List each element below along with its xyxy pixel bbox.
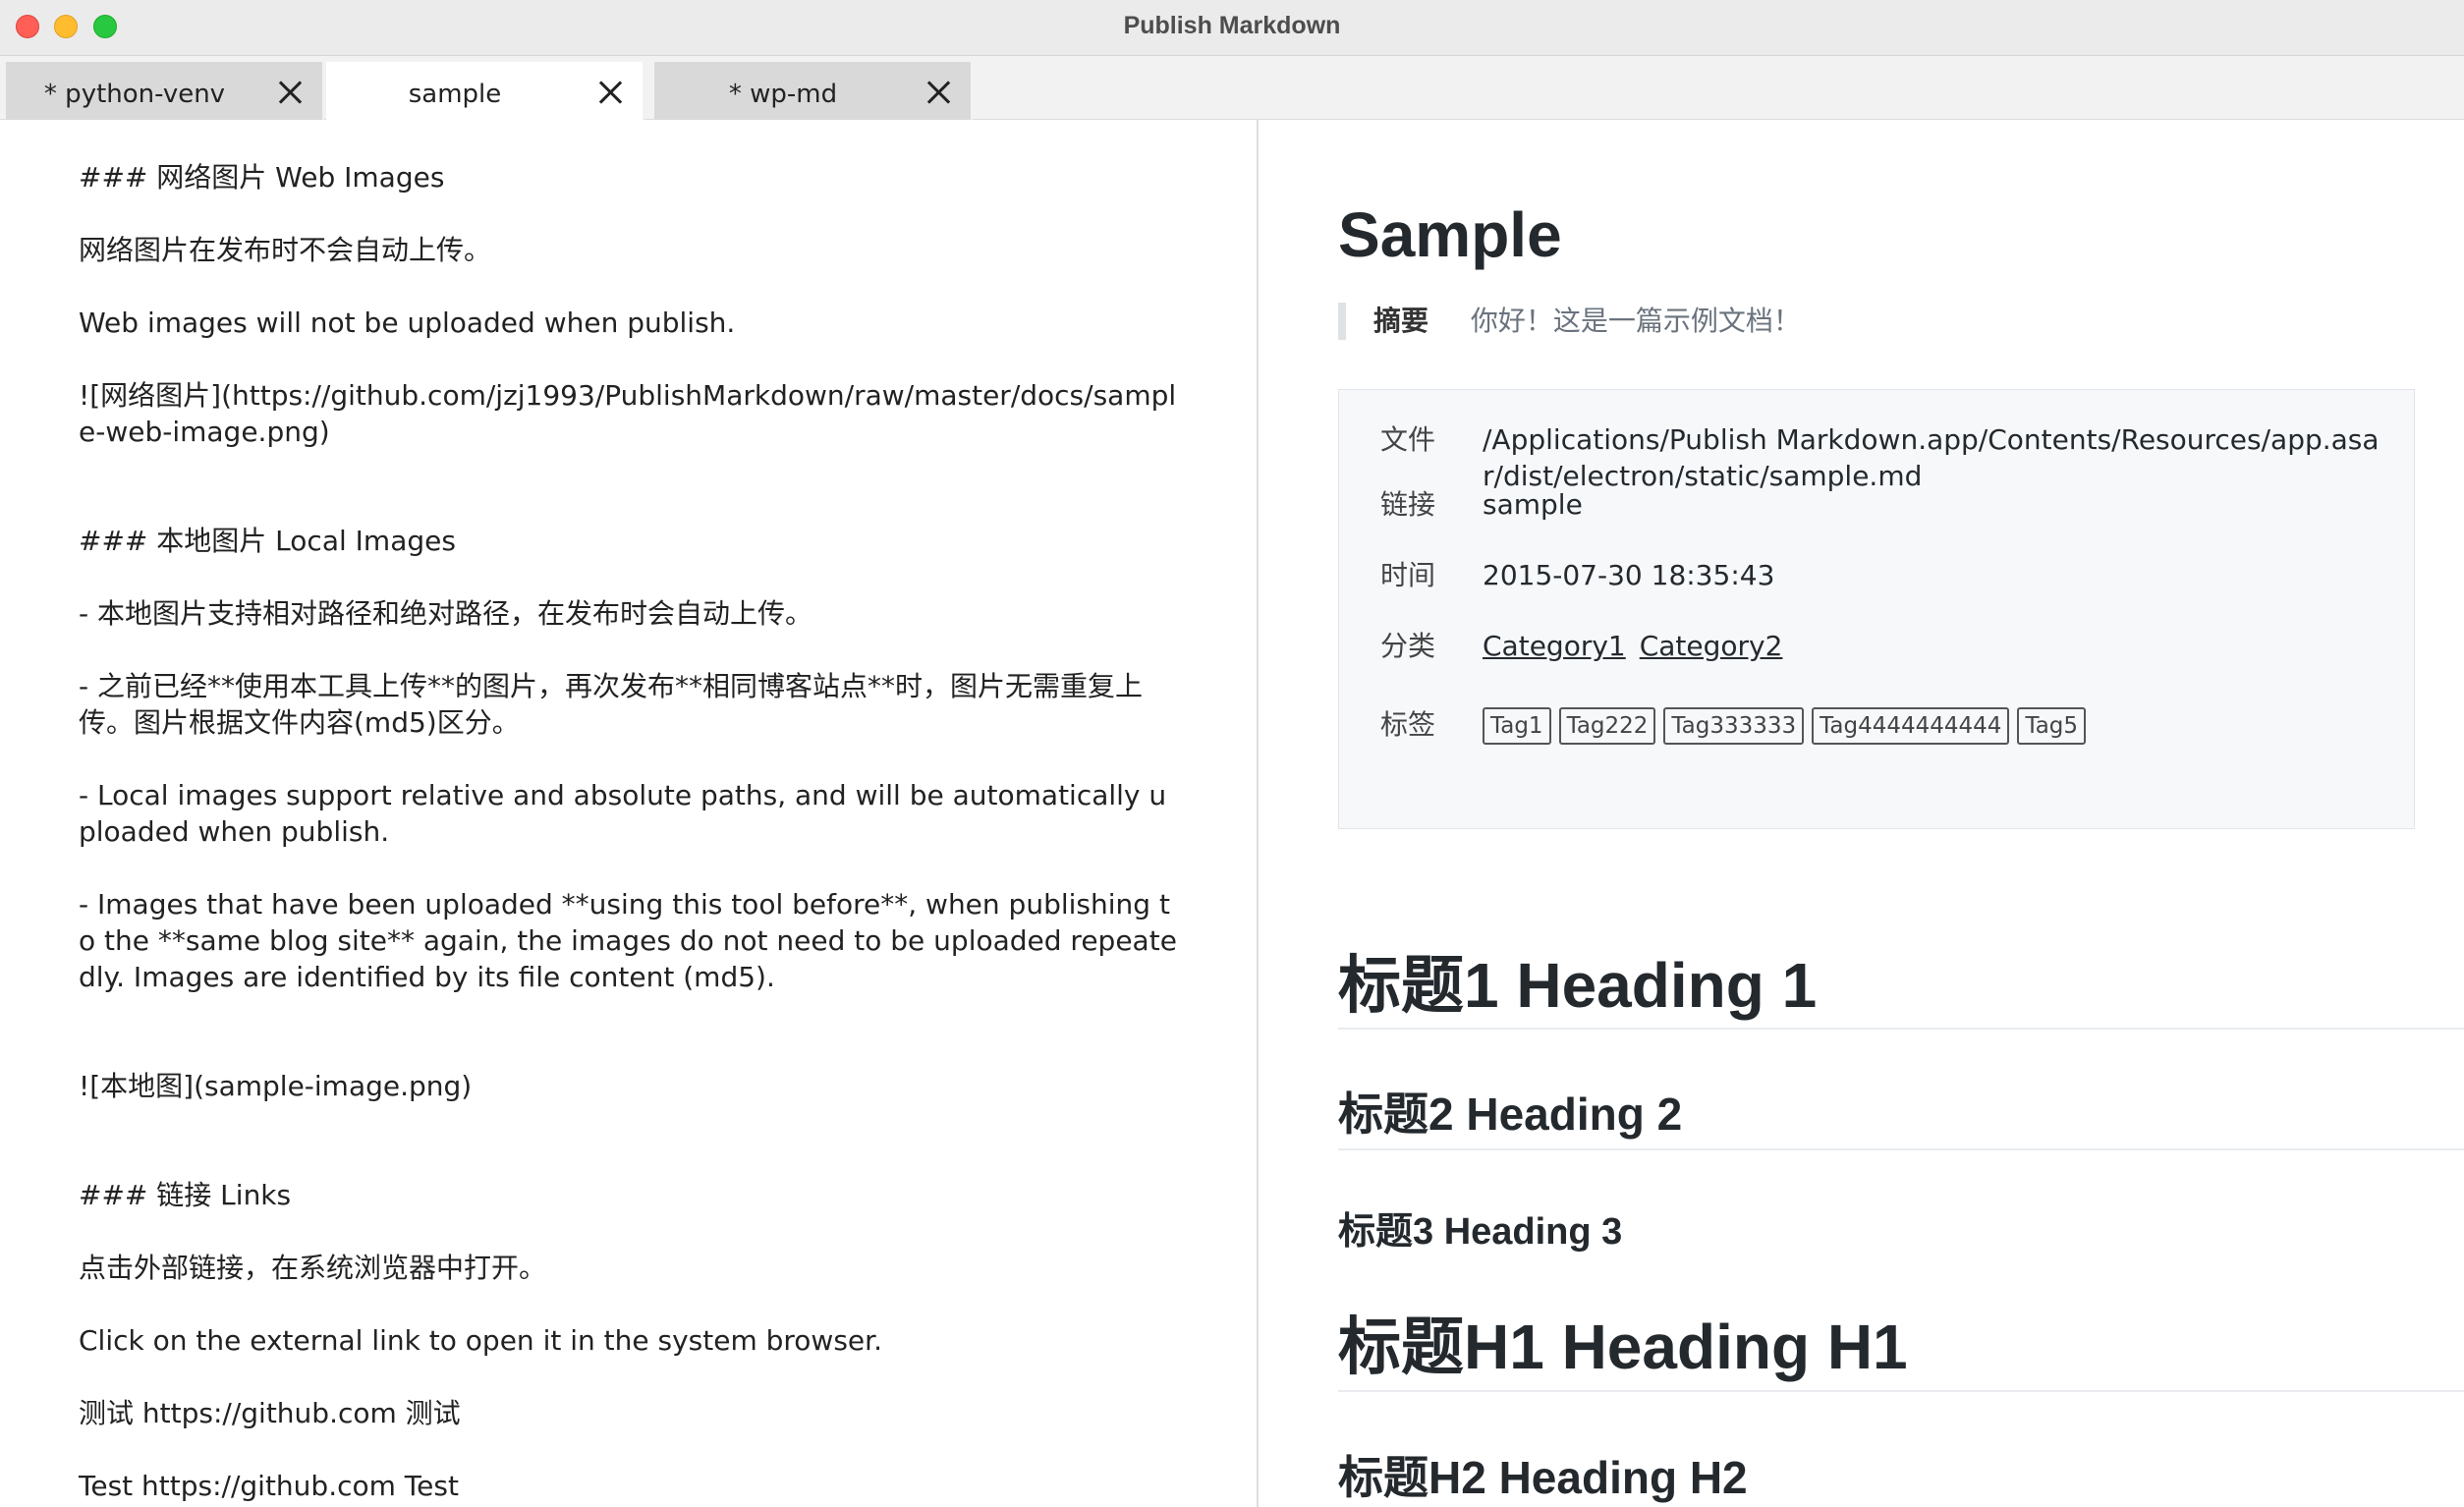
document-title: Sample: [1338, 199, 1562, 270]
heading-2: 标题2 Heading 2: [1338, 1088, 1683, 1140]
editor-line[interactable]: [79, 450, 1179, 486]
time-label: 时间: [1380, 559, 1436, 591]
summary-text: 你好！这是一篇示例文档！: [1470, 305, 1801, 337]
editor-line[interactable]: - Local images support relative and abso…: [79, 777, 1179, 850]
heading-h1: 标题H1 Heading H1: [1338, 1312, 1908, 1382]
editor-line[interactable]: - Images that have been uploaded **using…: [79, 886, 1179, 995]
editor-line[interactable]: [79, 632, 1179, 668]
editor-line[interactable]: ### 网络图片 Web Images: [79, 159, 1179, 195]
link-label: 链接: [1380, 488, 1436, 521]
tag-list: Tag1 Tag222 Tag333333 Tag4444444444 Tag5: [1483, 706, 2396, 745]
editor-line[interactable]: [79, 268, 1179, 305]
category-link[interactable]: Category1: [1483, 630, 1626, 662]
editor-line[interactable]: ### 本地图片 Local Images: [79, 523, 1179, 559]
summary-label: 摘要: [1373, 305, 1429, 337]
title-bar: Publish Markdown: [0, 0, 2464, 56]
tag-badge: Tag5: [2017, 707, 2087, 745]
editor-line[interactable]: [79, 741, 1179, 777]
heading-divider: [1338, 1390, 2464, 1392]
editor-line[interactable]: Test https://github.com Test: [79, 1468, 1179, 1504]
editor-line[interactable]: Click on the external link to open it in…: [79, 1322, 1179, 1359]
close-icon[interactable]: [922, 75, 955, 108]
tab-sample[interactable]: sample: [326, 62, 644, 120]
editor-line[interactable]: [79, 1286, 1179, 1322]
close-icon[interactable]: [593, 75, 627, 108]
editor-line[interactable]: 点击外部链接，在系统浏览器中打开。: [79, 1250, 1179, 1286]
tab-bar: * python-venv sample * wp-md: [0, 56, 2464, 120]
editor-line[interactable]: [79, 1104, 1179, 1141]
editor-line[interactable]: [79, 1213, 1179, 1250]
category-label: 分类: [1380, 630, 1436, 662]
editor-line[interactable]: [79, 850, 1179, 886]
tags-label: 标签: [1380, 708, 1436, 741]
editor-line[interactable]: Web images will not be uploaded when pub…: [79, 305, 1179, 341]
tag-badge: Tag333333: [1663, 707, 1805, 745]
category-list: Category1 Category2: [1483, 628, 2396, 664]
tab-label: sample: [408, 80, 502, 109]
markdown-editor[interactable]: ### 网络图片 Web Images 网络图片在发布时不会自动上传。 Web …: [0, 120, 1259, 1507]
editor-line[interactable]: [79, 1359, 1179, 1395]
markdown-preview: Sample 摘要 你好！这是一篇示例文档！ 文件 /Applications/…: [1260, 120, 2464, 1507]
editor-line[interactable]: [79, 1032, 1179, 1068]
time-value: 2015-07-30 18:35:43: [1483, 559, 1775, 591]
file-label: 文件: [1380, 423, 1436, 456]
close-icon[interactable]: [273, 75, 307, 108]
heading-1: 标题1 Heading 1: [1338, 950, 1818, 1021]
tab-label: * wp-md: [728, 80, 838, 109]
file-path: /Applications/Publish Markdown.app/Conte…: [1483, 423, 2380, 492]
editor-line[interactable]: [79, 1431, 1179, 1468]
window-title: Publish Markdown: [1123, 12, 1341, 39]
editor-line[interactable]: [79, 486, 1179, 523]
tab-label: * python-venv: [43, 80, 226, 109]
tag-badge: Tag1: [1483, 707, 1551, 745]
editor-line[interactable]: [79, 995, 1179, 1032]
heading-divider: [1338, 1028, 2464, 1030]
editor-line[interactable]: ### 链接 Links: [79, 1177, 1179, 1213]
editor-line[interactable]: [79, 559, 1179, 595]
editor-line[interactable]: [79, 1141, 1179, 1177]
tag-badge: Tag222: [1558, 707, 1656, 745]
editor-line[interactable]: - 之前已经**使用本工具上传**的图片，再次发布**相同博客站点**时，图片无…: [79, 668, 1179, 741]
tab-wp-md[interactable]: * wp-md: [654, 62, 973, 120]
tag-badge: Tag4444444444: [1812, 707, 2010, 745]
heading-3: 标题3 Heading 3: [1338, 1211, 1623, 1253]
link-slug: sample: [1483, 488, 1583, 521]
editor-content[interactable]: ### 网络图片 Web Images 网络图片在发布时不会自动上传。 Web …: [79, 159, 1179, 1504]
editor-line[interactable]: 测试 https://github.com 测试: [79, 1395, 1179, 1431]
editor-line[interactable]: 网络图片在发布时不会自动上传。: [79, 232, 1179, 268]
editor-line[interactable]: ![本地图](sample-image.png): [79, 1068, 1179, 1104]
editor-line[interactable]: [79, 195, 1179, 232]
editor-line[interactable]: [79, 341, 1179, 377]
tab-python-venv[interactable]: * python-venv: [6, 62, 324, 120]
editor-line[interactable]: ![网络图片](https://github.com/jzj1993/Publi…: [79, 377, 1179, 450]
editor-line[interactable]: - 本地图片支持相对路径和绝对路径，在发布时会自动上传。: [79, 595, 1179, 632]
metadata-panel: 文件 /Applications/Publish Markdown.app/Co…: [1338, 389, 2415, 829]
heading-divider: [1338, 1148, 2464, 1150]
category-link[interactable]: Category2: [1640, 630, 1783, 662]
summary-blockquote: 摘要 你好！这是一篇示例文档！: [1338, 303, 1801, 340]
heading-h2: 标题H2 Heading H2: [1338, 1452, 1748, 1503]
